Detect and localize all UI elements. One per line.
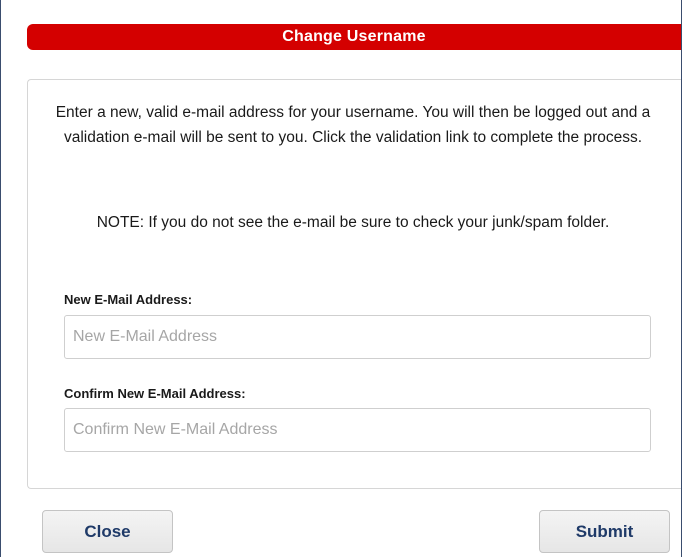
submit-button[interactable]: Submit	[539, 510, 670, 553]
close-button[interactable]: Close	[42, 510, 173, 553]
new-email-label: New E-Mail Address:	[64, 292, 193, 307]
dialog-title: Change Username	[27, 24, 681, 50]
confirm-email-label: Confirm New E-Mail Address:	[64, 386, 246, 401]
confirm-email-input[interactable]	[64, 408, 651, 452]
change-username-dialog: Change Username Enter a new, valid e-mai…	[0, 0, 682, 557]
new-email-input[interactable]	[64, 315, 651, 359]
dialog-content: Enter a new, valid e-mail address for yo…	[27, 79, 681, 489]
instruction-message: Enter a new, valid e-mail address for yo…	[55, 104, 651, 146]
junk-spam-note: NOTE: If you do not see the e-mail be su…	[96, 214, 610, 231]
